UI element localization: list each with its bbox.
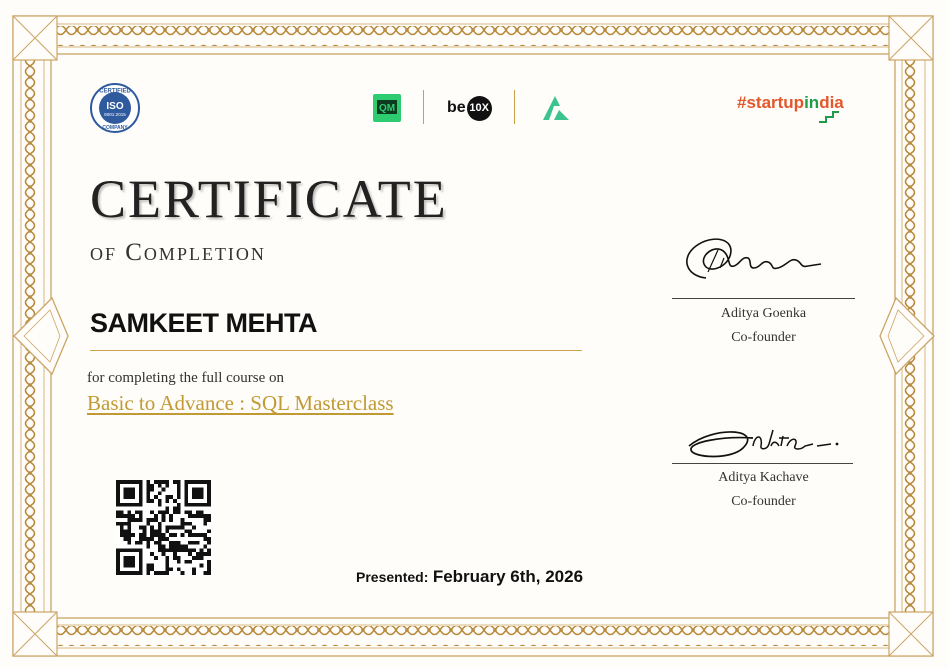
presented-line: Presented: February 6th, 2026 — [356, 567, 583, 587]
completing-text: for completing the full course on — [87, 370, 285, 386]
iso-bottom-text: COMPANY — [102, 125, 128, 131]
iso-number-text: 9001:2015 — [104, 112, 126, 117]
signatory-2-role: Co-founder — [731, 494, 796, 509]
signature-1 — [686, 238, 822, 279]
om-logo-icon: QM — [373, 94, 401, 122]
signatory-1-role: Co-founder — [731, 330, 796, 345]
certificate: CERTIFIED ISO 9001:2015 COMPANY QM be 10… — [0, 0, 948, 669]
om-logo-text: QM — [379, 103, 395, 114]
certificate-title: CERTIFICATE — [90, 169, 448, 229]
presented-date: February 6th, 2026 — [432, 567, 584, 586]
presented-label: Presented: — [356, 569, 429, 585]
recipient-underline — [90, 350, 582, 351]
signatory-1-name: Aditya Goenka — [720, 306, 807, 321]
signatory-2-name: Aditya Kachave — [718, 470, 809, 485]
be10x-text: be — [447, 99, 466, 116]
startup-in: in — [804, 93, 820, 112]
green-arrow-logo-icon — [543, 96, 569, 120]
iso-certified-badge-icon: CERTIFIED ISO 9001:2015 COMPANY — [90, 83, 140, 133]
qr-code-icon[interactable] — [116, 480, 211, 575]
startupindia-step-icon — [819, 111, 839, 123]
certificate-subtitle: of Completion — [90, 239, 266, 266]
be10x-circle: 10X — [466, 95, 492, 121]
course-name-link[interactable]: Basic to Advance : SQL Masterclass — [87, 391, 394, 416]
signature-line-1 — [672, 298, 855, 299]
iso-main-text: ISO — [106, 101, 123, 112]
partner-divider-1 — [423, 90, 424, 124]
iso-top-text: CERTIFIED — [99, 89, 131, 95]
recipient-name: SAMKEET MEHTA — [90, 308, 318, 338]
be10x-logo: be 10X — [447, 94, 492, 122]
signature-line-2 — [672, 463, 853, 464]
startup-prefix: #startup — [737, 93, 805, 112]
signature-2 — [688, 429, 839, 458]
partner-divider-2 — [514, 90, 515, 124]
